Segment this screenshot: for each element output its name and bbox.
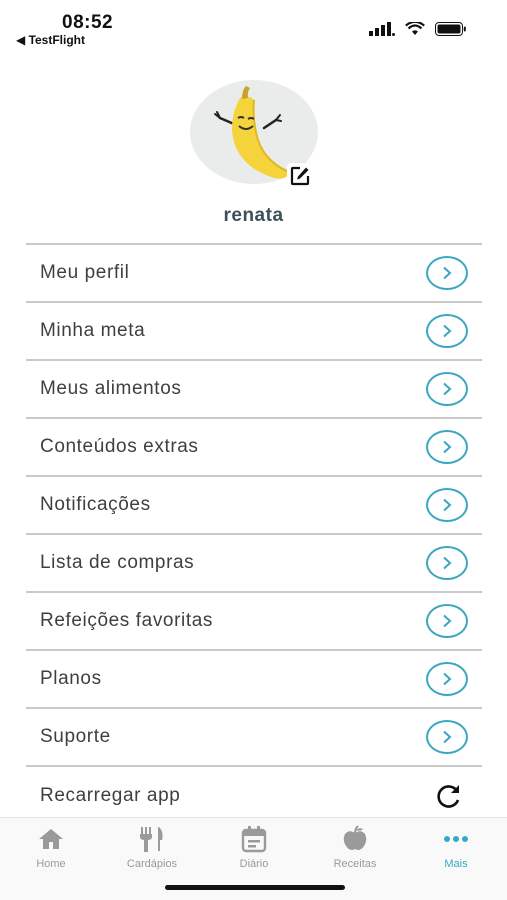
wifi-icon — [405, 22, 425, 35]
utensils-icon — [112, 824, 192, 854]
menu-item-label: Refeições favoritas — [40, 610, 213, 631]
menu-item-label: Meu perfil — [40, 262, 130, 283]
menu-item-notificacoes[interactable]: Notificações — [26, 477, 482, 535]
more-icon — [416, 824, 496, 854]
chevron-right-icon[interactable] — [426, 604, 468, 638]
settings-menu: Meu perfil Minha meta Meus alimentos Con… — [26, 243, 482, 825]
tab-mais[interactable]: Mais — [416, 824, 496, 870]
tab-label: Diário — [239, 858, 269, 870]
menu-item-conteudos-extras[interactable]: Conteúdos extras — [26, 419, 482, 477]
chevron-right-icon[interactable] — [426, 720, 468, 754]
home-icon — [11, 824, 91, 854]
status-icons — [369, 22, 467, 36]
menu-item-label: Minha meta — [40, 320, 146, 341]
apple-icon — [315, 824, 395, 854]
tab-home[interactable]: Home — [11, 824, 91, 870]
reload-icon[interactable] — [432, 781, 466, 811]
chevron-right-icon[interactable] — [426, 314, 468, 348]
edit-avatar-button[interactable] — [287, 163, 313, 189]
menu-item-label: Meus alimentos — [40, 378, 182, 399]
menu-item-label: Lista de compras — [40, 552, 195, 573]
menu-item-label: Conteúdos extras — [40, 436, 199, 457]
chevron-right-icon[interactable] — [426, 488, 468, 522]
avatar[interactable] — [190, 80, 320, 189]
tab-label: Cardápios — [126, 858, 178, 870]
status-bar: 08:52 ◀ TestFlight — [0, 0, 507, 52]
tab-receitas[interactable]: Receitas — [315, 824, 395, 870]
menu-item-lista-de-compras[interactable]: Lista de compras — [26, 535, 482, 593]
menu-item-meu-perfil[interactable]: Meu perfil — [26, 245, 482, 303]
tab-label: Home — [36, 858, 66, 870]
profile-username: renata — [223, 205, 284, 226]
tab-diario[interactable]: Diário — [214, 824, 294, 870]
chevron-right-icon[interactable] — [426, 662, 468, 696]
menu-item-refeicoes-favoritas[interactable]: Refeições favoritas — [26, 593, 482, 651]
menu-item-planos[interactable]: Planos — [26, 651, 482, 709]
menu-item-label: Recarregar app — [40, 785, 181, 806]
tab-label: Mais — [444, 858, 468, 870]
chevron-right-icon[interactable] — [426, 546, 468, 580]
status-time: 08:52 — [62, 12, 114, 33]
battery-icon — [435, 22, 466, 36]
back-to-testflight-link[interactable]: ◀ TestFlight — [16, 33, 85, 47]
menu-item-label: Notificações — [40, 494, 151, 515]
chevron-right-icon[interactable] — [426, 372, 468, 406]
calendar-icon — [214, 824, 294, 854]
cellular-signal-icon — [369, 22, 395, 36]
menu-item-minha-meta[interactable]: Minha meta — [26, 303, 482, 361]
home-indicator — [165, 885, 345, 890]
menu-item-meus-alimentos[interactable]: Meus alimentos — [26, 361, 482, 419]
tab-cardapios[interactable]: Cardápios — [112, 824, 192, 870]
menu-item-label: Suporte — [40, 726, 111, 747]
chevron-right-icon[interactable] — [426, 256, 468, 290]
tab-label: Receitas — [333, 858, 377, 870]
menu-item-label: Planos — [40, 668, 102, 689]
chevron-right-icon[interactable] — [426, 430, 468, 464]
menu-item-suporte[interactable]: Suporte — [26, 709, 482, 767]
edit-icon — [290, 166, 310, 186]
